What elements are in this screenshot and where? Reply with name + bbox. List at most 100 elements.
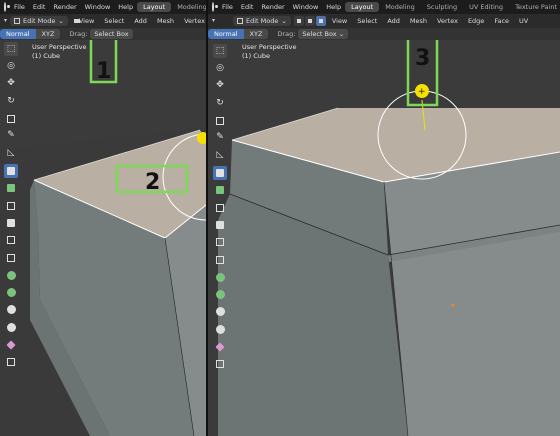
chevron-down-icon: ⌄ xyxy=(58,17,64,25)
menu-file[interactable]: File xyxy=(10,3,29,11)
xyz-toggle[interactable]: XYZ xyxy=(243,29,269,39)
move-icon: ✥ xyxy=(7,78,15,89)
select-box-tool[interactable]: ⬚ xyxy=(4,42,18,56)
menu-help[interactable]: Help xyxy=(322,3,345,11)
blender-logo-icon[interactable] xyxy=(212,2,218,12)
tab-layout[interactable]: Layout xyxy=(345,2,380,12)
drag-dropdown[interactable]: Select Box ⌄ xyxy=(298,29,349,39)
extrude-tool[interactable] xyxy=(4,181,18,195)
move-tool[interactable]: ✥ xyxy=(4,77,18,91)
add-cube-tool[interactable] xyxy=(4,163,18,178)
shear-tool[interactable] xyxy=(213,340,227,354)
rip-tool[interactable] xyxy=(4,355,18,369)
edit-mode-icon xyxy=(14,18,21,24)
right-viewport-canvas[interactable]: + 3 xyxy=(208,0,560,436)
shrink-fatten-icon xyxy=(215,324,225,334)
shear-tool[interactable] xyxy=(4,338,18,352)
menu-vertex[interactable]: Vertex xyxy=(432,17,463,25)
menu-help[interactable]: Help xyxy=(114,3,137,11)
cursor-icon: ◎ xyxy=(7,60,15,71)
menu-view[interactable]: View xyxy=(327,17,352,25)
menu-mesh[interactable]: Mesh xyxy=(405,17,432,25)
bevel-tool[interactable] xyxy=(213,218,227,232)
annotate-tool[interactable]: ✎ xyxy=(213,131,227,145)
normal-toggle[interactable]: Normal xyxy=(0,29,36,39)
left-viewport-canvas[interactable]: 1 2 xyxy=(0,0,206,436)
tab-texture-paint[interactable]: Texture Paint xyxy=(509,2,560,12)
editor-type-selector[interactable]: ▾ xyxy=(4,16,7,26)
select-box-tool[interactable]: ⬚ xyxy=(213,44,227,58)
object-label: (1) Cube xyxy=(242,52,271,60)
vertex-select-button[interactable] xyxy=(293,16,304,26)
inset-tool[interactable] xyxy=(4,199,18,213)
tab-sculpting[interactable]: Sculpting xyxy=(421,2,463,12)
inset-tool[interactable] xyxy=(213,201,227,215)
add-cube-tool[interactable] xyxy=(213,165,227,180)
poly-build-tool[interactable] xyxy=(213,270,227,284)
spin-tool[interactable] xyxy=(213,287,227,301)
editor-type-selector[interactable]: ▾ xyxy=(212,16,230,26)
annotate-tool[interactable]: ✎ xyxy=(4,129,18,143)
shear-icon xyxy=(6,340,16,350)
smooth-icon xyxy=(6,305,16,315)
move-tool[interactable]: ✥ xyxy=(213,79,227,93)
smooth-tool[interactable] xyxy=(213,305,227,319)
normal-toggle[interactable]: Normal xyxy=(208,29,244,39)
cursor-tool[interactable]: ◎ xyxy=(4,59,18,73)
rotate-tool[interactable]: ↻ xyxy=(4,94,18,108)
measure-tool[interactable]: ◺ xyxy=(213,148,227,162)
menu-edge[interactable]: Edge xyxy=(463,17,489,25)
face-select-button[interactable] xyxy=(315,16,326,26)
knife-tool[interactable] xyxy=(4,251,18,265)
tab-uv-editing[interactable]: UV Editing xyxy=(463,2,509,12)
cursor-tool[interactable]: ◎ xyxy=(213,61,227,75)
menu-window[interactable]: Window xyxy=(81,3,115,11)
menu-vertex[interactable]: Vertex xyxy=(179,17,206,25)
menu-edit[interactable]: Edit xyxy=(29,3,50,11)
menu-file[interactable]: File xyxy=(218,3,237,11)
scale-tool[interactable] xyxy=(213,114,227,128)
shrink-fatten-tool[interactable] xyxy=(213,322,227,336)
menu-uv[interactable]: UV xyxy=(514,17,533,25)
menu-edit[interactable]: Edit xyxy=(237,3,258,11)
scale-tool[interactable] xyxy=(4,112,18,126)
menu-select[interactable]: Select xyxy=(352,17,382,25)
menu-render[interactable]: Render xyxy=(257,3,288,11)
origin-dot xyxy=(451,303,455,307)
tab-layout[interactable]: Layout xyxy=(137,2,172,12)
mode-dropdown[interactable]: Edit Mode ⌄ xyxy=(10,16,68,26)
menu-mesh[interactable]: Mesh xyxy=(152,17,179,25)
menu-select[interactable]: Select xyxy=(99,17,129,25)
blender-logo-icon[interactable] xyxy=(4,2,10,12)
poly-build-tool[interactable] xyxy=(4,268,18,282)
loop-cut-tool[interactable] xyxy=(213,235,227,249)
edit-mode-icon xyxy=(237,18,243,24)
smooth-tool[interactable] xyxy=(4,303,18,317)
spin-tool[interactable] xyxy=(4,285,18,299)
menu-face[interactable]: Face xyxy=(489,17,514,25)
annotate-icon: ✎ xyxy=(7,130,15,141)
mode-label: Edit Mode xyxy=(23,17,56,25)
viewport-info: User Perspective (1) Cube xyxy=(242,43,297,61)
tool-settings-header: Normal XYZ Drag: Select Box ⌄ xyxy=(208,28,560,40)
loop-cut-tool[interactable] xyxy=(4,233,18,247)
menu-add[interactable]: Add xyxy=(129,17,152,25)
knife-tool[interactable] xyxy=(213,253,227,267)
xyz-toggle[interactable]: XYZ xyxy=(35,29,61,39)
edge-select-button[interactable] xyxy=(304,16,315,26)
measure-tool[interactable]: ◺ xyxy=(4,146,18,160)
rotate-tool[interactable]: ↻ xyxy=(213,96,227,110)
menu-window[interactable]: Window xyxy=(289,3,323,11)
tab-modeling[interactable]: Modeling xyxy=(171,2,206,12)
drag-dropdown[interactable]: Select Box xyxy=(90,29,133,39)
rip-tool[interactable] xyxy=(213,357,227,371)
bevel-tool[interactable] xyxy=(4,216,18,230)
left-viewport-panel: 1 2 File Edit Render Window Help Layout … xyxy=(0,0,206,436)
mode-dropdown[interactable]: Edit Mode ⌄ xyxy=(233,16,291,26)
perspective-label: User Perspective xyxy=(32,43,87,51)
menu-render[interactable]: Render xyxy=(49,3,80,11)
menu-add[interactable]: Add xyxy=(382,17,405,25)
extrude-tool[interactable] xyxy=(213,183,227,197)
tab-modeling[interactable]: Modeling xyxy=(379,2,421,12)
shrink-fatten-tool[interactable] xyxy=(4,320,18,334)
